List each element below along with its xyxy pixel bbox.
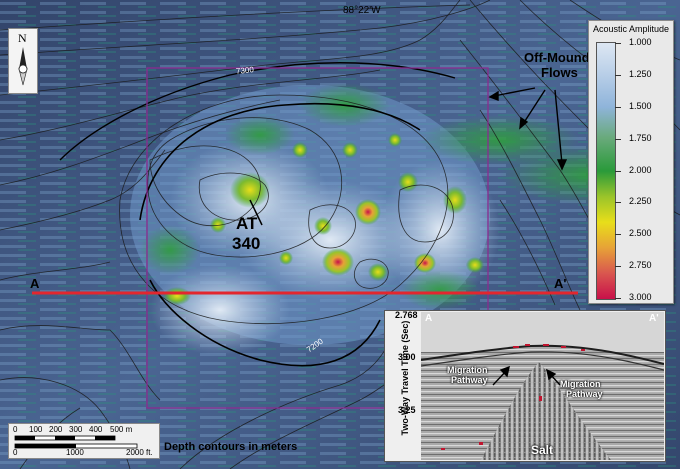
- block-label-line2: 340: [232, 234, 261, 253]
- legend-tick-mark: [615, 138, 621, 140]
- scale-meter-400: 400: [89, 425, 103, 434]
- north-letter: N: [18, 31, 27, 45]
- legend-tick-label: 2.250: [629, 196, 652, 207]
- legend-tick-mark: [615, 106, 621, 108]
- legend-tick-mark: [615, 266, 621, 268]
- scale-meter-300: 300: [69, 425, 83, 434]
- inset-y-tick-top: 2.768: [395, 310, 418, 320]
- longitude-label: 88°22'W: [343, 5, 381, 16]
- legend-tick-label: 1.000: [629, 37, 652, 47]
- scale-meter-0: 0: [13, 425, 18, 434]
- inset-corner-a: A: [425, 313, 433, 324]
- seismic-section-inset: A A' Two-Way Travel Time (Sec) 2.768 3.0…: [384, 310, 666, 462]
- scale-meter-100: 100: [29, 425, 43, 434]
- legend-tick-label: 2.000: [629, 164, 652, 175]
- scale-meter-500: 500 m: [110, 425, 133, 434]
- legend-tick-mark: [615, 234, 621, 236]
- legend-tick-mark: [615, 43, 621, 44]
- legend-tick-mark: [615, 298, 621, 299]
- migration-label-right-1: Migration: [560, 379, 601, 389]
- scale-meter-200: 200: [49, 425, 63, 434]
- off-mound-line1: Off-Mound: [524, 50, 590, 65]
- legend-tick-mark: [615, 202, 621, 204]
- inset-y-axis-label: Two-Way Travel Time (Sec): [400, 320, 410, 436]
- migration-label-left-2: Pathway: [451, 375, 488, 385]
- off-mound-line2: Flows: [541, 65, 578, 80]
- section-end-label: A': [554, 276, 567, 291]
- legend-tick-label: 1.500: [629, 100, 652, 111]
- seismic-section: [421, 312, 664, 460]
- north-arrow: N: [8, 28, 38, 94]
- inset-corner-a-prime: A': [649, 313, 659, 324]
- migration-label-left-1: Migration: [447, 365, 488, 375]
- migration-label-right-2: Pathway: [566, 389, 603, 399]
- scale-feet-0: 0: [13, 448, 18, 457]
- legend-title: Acoustic Amplitude: [592, 24, 670, 34]
- scale-bar: 0 100 200 300 400 500 m 0 1000 2000 ft.: [8, 423, 160, 459]
- legend-tick-label: 1.750: [629, 132, 652, 143]
- legend-tick-mark: [615, 170, 621, 172]
- scale-feet-2000: 2000 ft.: [126, 448, 153, 457]
- legend-tick-mark: [615, 74, 621, 76]
- amplitude-legend: Acoustic Amplitude 1.000 1.250 1.500 1.750 2…: [588, 20, 674, 304]
- legend-tick-label: 2.500: [629, 228, 652, 239]
- depth-note: Depth contours in meters: [164, 441, 298, 453]
- map-figure: { "map": { "longitude_label": "88°22'W",…: [0, 0, 680, 469]
- salt-label: Salt: [531, 443, 554, 457]
- inset-y-tick-300: 3.00: [398, 352, 416, 362]
- legend-color-bar: [596, 42, 616, 300]
- legend-tick-label: 1.250: [629, 68, 652, 79]
- scale-feet-1000: 1000: [66, 448, 84, 457]
- legend-tick-label: 3.000: [629, 292, 652, 302]
- section-start-label: A: [30, 276, 40, 291]
- inset-y-tick-325: 3.25: [398, 405, 416, 415]
- block-label-line1: AT: [236, 214, 258, 233]
- legend-tick-label: 2.750: [629, 260, 652, 271]
- contour-label-7300: 7300: [235, 65, 255, 76]
